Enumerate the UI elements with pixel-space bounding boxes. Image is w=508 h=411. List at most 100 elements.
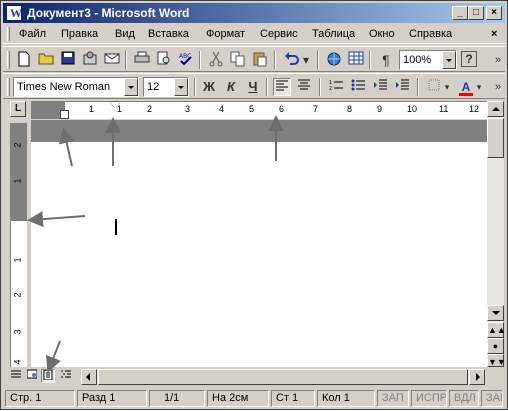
print-layout-icon[interactable] (41, 369, 55, 383)
menu-table[interactable]: Таблица (312, 28, 355, 40)
italic-button[interactable]: К (222, 78, 240, 96)
vertical-ruler[interactable]: 2 1 1 2 3 4 (10, 123, 27, 367)
font-size-select[interactable]: 12 (143, 77, 189, 97)
word-app-icon[interactable] (6, 5, 22, 21)
status-track-changes[interactable]: ИСПР (411, 390, 447, 407)
status-page-of: 1/1 (149, 390, 205, 407)
horizontal-ruler[interactable]: 1 1 2 3 4 5 6 7 8 9 10 11 12 (31, 101, 487, 119)
font-name-dropdown-arrow[interactable] (124, 78, 138, 96)
outline-view-icon[interactable] (59, 369, 73, 383)
maximize-button[interactable]: □ (468, 6, 484, 20)
menu-help[interactable]: Справка (409, 28, 452, 40)
document-page-area[interactable] (31, 120, 487, 367)
borders-dropdown-arrow[interactable]: ▾ (443, 78, 451, 96)
toolbar-grip[interactable] (7, 78, 10, 96)
first-line-indent-marker[interactable] (110, 102, 120, 108)
scroll-up-button[interactable] (487, 101, 504, 117)
align-left-icon[interactable] (273, 78, 291, 96)
menu-view[interactable]: Вид (115, 28, 135, 40)
close-document-button[interactable]: × (491, 28, 497, 40)
top-margin-region (11, 123, 27, 221)
toolbar-overflow-button[interactable]: » (489, 78, 507, 96)
ruler-number: 2 (147, 104, 153, 114)
table-icon[interactable] (347, 51, 365, 69)
ruler-number: 12 (469, 104, 480, 114)
status-extend[interactable]: ВДЛ (449, 390, 479, 407)
underline-button[interactable]: Ч (244, 78, 262, 96)
previous-page-button[interactable]: ▲▲ (487, 322, 506, 338)
email-icon[interactable] (103, 51, 121, 69)
permissions-icon[interactable] (81, 51, 99, 69)
cut-icon[interactable] (207, 51, 225, 69)
page-top-shadow (31, 120, 487, 142)
menu-format[interactable]: Формат (206, 28, 245, 40)
ruler-number: 2 (12, 292, 23, 298)
scroll-down-button[interactable] (487, 305, 504, 321)
undo-icon[interactable] (283, 51, 301, 69)
show-formatting-icon[interactable]: ¶ (377, 51, 395, 69)
undo-dropdown-arrow[interactable]: ▾ (301, 51, 311, 69)
menu-window[interactable]: Окно (369, 28, 395, 40)
numbered-list-icon[interactable]: 12 (327, 78, 345, 96)
borders-icon[interactable] (425, 78, 443, 96)
menu-tools[interactable]: Сервис (260, 28, 298, 40)
scroll-right-button[interactable] (469, 369, 485, 385)
toolbar-separator (319, 78, 321, 96)
print-icon[interactable] (133, 51, 151, 69)
scroll-left-button[interactable] (81, 369, 97, 385)
new-document-icon[interactable] (15, 51, 33, 69)
minimize-button[interactable]: _ (452, 6, 468, 20)
ruler-number: 6 (279, 104, 285, 114)
font-color-button[interactable]: A (457, 78, 475, 96)
select-browse-object-button[interactable]: ● (487, 338, 504, 354)
toolbar-separator (317, 51, 319, 69)
ruler-number: 3 (185, 104, 191, 114)
left-indent-marker[interactable] (60, 110, 69, 119)
ruler-number: 11 (439, 104, 449, 114)
horizontal-scrollbar[interactable] (81, 369, 485, 385)
paste-icon[interactable] (251, 51, 269, 69)
normal-view-icon[interactable] (9, 369, 23, 383)
ruler-number: 5 (249, 104, 255, 114)
menu-edit[interactable]: Правка (61, 28, 98, 40)
web-icon[interactable] (325, 51, 343, 69)
font-name-select[interactable]: Times New Roman (13, 77, 139, 97)
horizontal-scroll-thumb[interactable] (98, 369, 468, 385)
web-layout-icon[interactable] (25, 369, 39, 383)
menubar-grip[interactable] (7, 27, 10, 41)
help-icon[interactable]: ? (461, 51, 477, 67)
zoom-select[interactable]: 100% (399, 50, 457, 70)
status-position: На 2см (207, 390, 269, 407)
print-preview-icon[interactable] (155, 51, 173, 69)
ruler-number: 10 (407, 104, 418, 114)
copy-icon[interactable] (229, 51, 247, 69)
ruler-number: 2 (12, 142, 23, 148)
align-center-icon[interactable] (295, 78, 313, 96)
status-record-macro[interactable]: ЗАП (377, 390, 409, 407)
vertical-scrollbar[interactable]: ▲▲ ● ▼▼ (487, 101, 506, 367)
toolbar-grip[interactable] (7, 51, 10, 69)
bold-button[interactable]: Ж (200, 78, 218, 96)
save-disk-icon[interactable] (59, 51, 77, 69)
open-folder-icon[interactable] (37, 51, 55, 69)
increase-indent-icon[interactable] (393, 78, 411, 96)
decrease-indent-icon[interactable] (371, 78, 389, 96)
status-column: Кол 1 (317, 390, 375, 407)
vertical-scroll-thumb[interactable] (487, 118, 504, 158)
font-size-dropdown-arrow[interactable] (174, 78, 188, 96)
close-button[interactable]: × (486, 6, 502, 20)
ruler-number: 7 (313, 104, 319, 114)
menu-file[interactable]: Файл (19, 28, 46, 40)
next-page-button[interactable]: ▼▼ (487, 354, 506, 367)
bulleted-list-icon[interactable] (349, 78, 367, 96)
font-color-dropdown-arrow[interactable]: ▾ (475, 78, 483, 96)
tab-selector-button[interactable]: L (10, 101, 26, 117)
zoom-dropdown-arrow[interactable] (442, 51, 456, 69)
title-bar[interactable]: Документ3 - Microsoft Word _ □ × (3, 3, 505, 23)
spelling-icon[interactable]: ABC (177, 51, 195, 69)
status-overtype[interactable]: ЗАМ (481, 390, 503, 407)
ruler-number: 1 (89, 104, 95, 114)
toolbar-overflow-button[interactable]: » (489, 51, 507, 69)
menu-insert[interactable]: Вставка (148, 28, 189, 40)
toolbar-separator (274, 51, 276, 69)
